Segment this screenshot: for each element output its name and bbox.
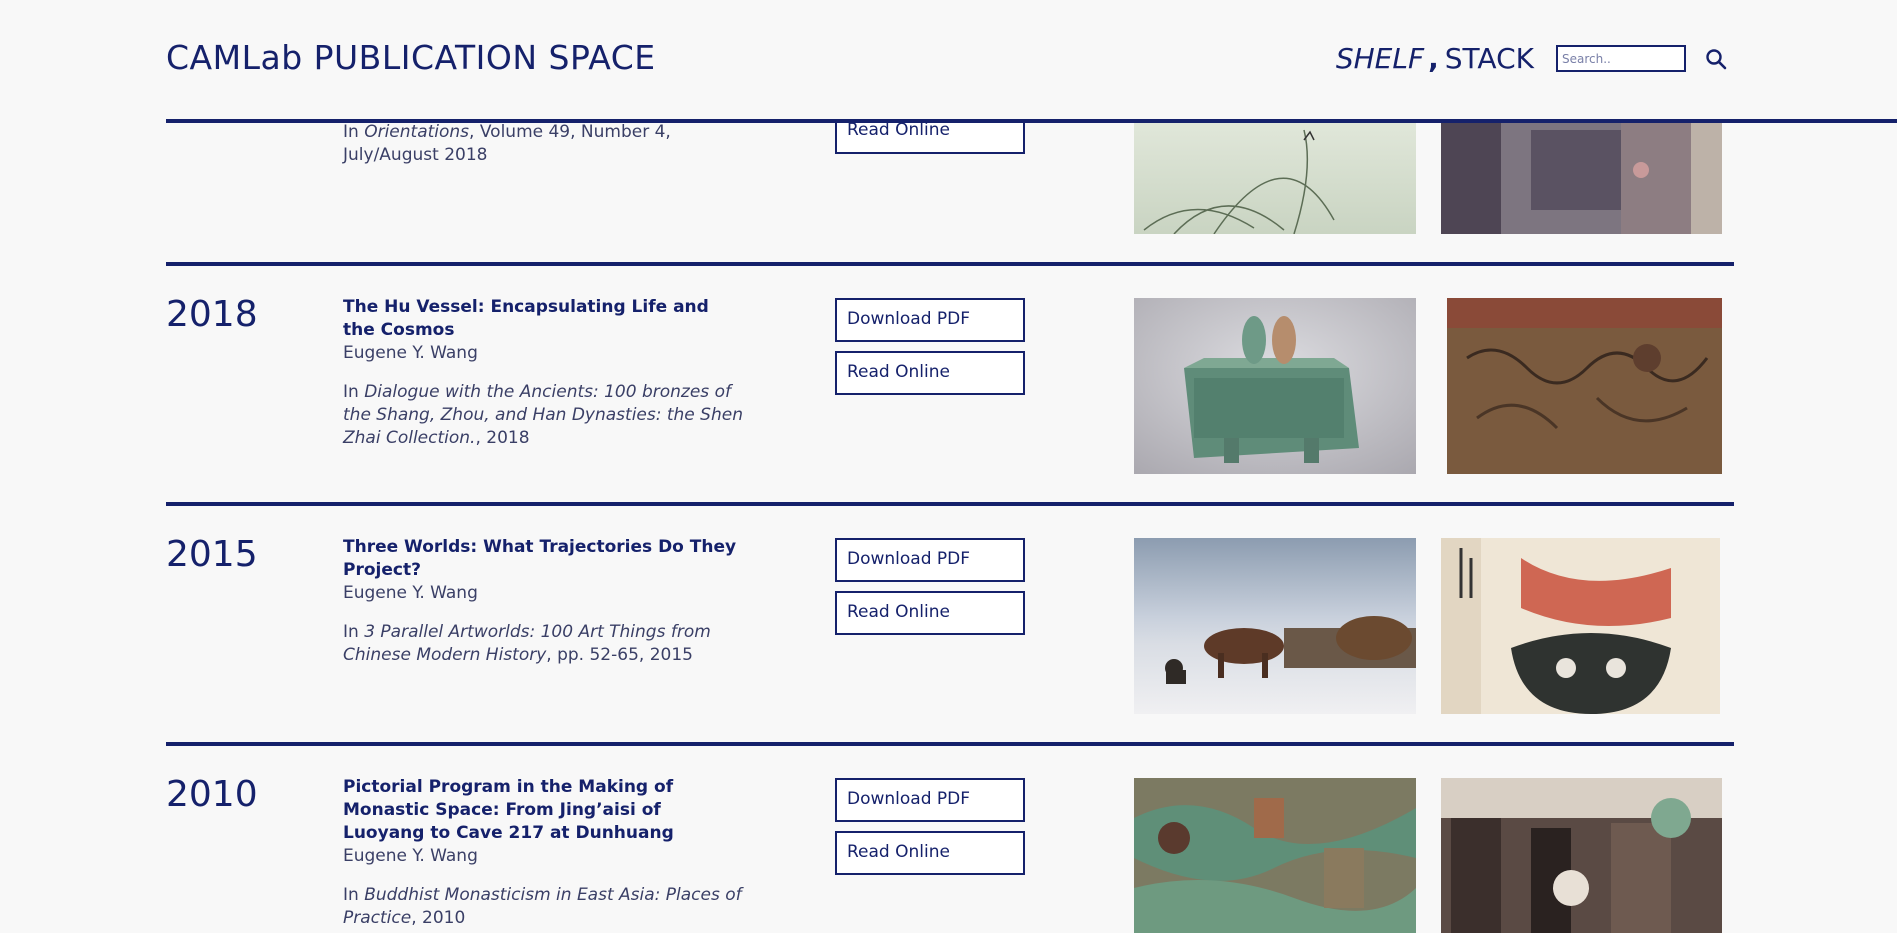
citation-prefix: In <box>343 122 365 142</box>
publication-citation: In Orientations, Volume 49, Number 4, Ju… <box>343 121 743 167</box>
download-pdf-button[interactable]: Download PDF <box>835 298 1025 342</box>
row-divider <box>166 742 1734 746</box>
site-title[interactable]: CAMLab PUBLICATION SPACE <box>166 38 656 77</box>
publication-author: Eugene Y. Wang <box>343 343 478 363</box>
citation-source: Buddhist Monasticism in East Asia: Place… <box>343 885 742 928</box>
nav-shelf-link[interactable]: SHELF <box>1336 42 1424 75</box>
citation-source: Dialogue with the Ancients: 100 bronzes … <box>343 382 743 448</box>
search-icon[interactable] <box>1702 45 1730 73</box>
row-divider <box>166 262 1734 266</box>
publication-citation: In Buddhist Monasticism in East Asia: Pl… <box>343 884 743 930</box>
publication-title[interactable]: Three Worlds: What Trajectories Do They … <box>343 536 743 582</box>
publication-author: Eugene Y. Wang <box>343 583 478 603</box>
publication-image-right <box>1441 538 1720 714</box>
read-online-button[interactable]: Read Online <box>835 591 1025 635</box>
citation-details: , pp. 52-65, 2015 <box>546 645 693 665</box>
publication-image-right <box>1441 778 1722 933</box>
publication-info: Three Worlds: What Trajectories Do They … <box>343 536 743 667</box>
citation-prefix: In <box>343 622 365 642</box>
download-pdf-button[interactable]: Download PDF <box>835 538 1025 582</box>
nav-stack-link[interactable]: STACK <box>1445 42 1534 75</box>
search-input[interactable] <box>1556 45 1686 72</box>
publication-info: Pictorial Program in the Making of Monas… <box>343 776 743 930</box>
publication-image-left <box>1134 298 1416 474</box>
publication-citation: In Dialogue with the Ancients: 100 bronz… <box>343 381 743 450</box>
citation-prefix: In <box>343 382 365 402</box>
publication-info: In Orientations, Volume 49, Number 4, Ju… <box>343 121 743 167</box>
citation-source: Orientations <box>364 122 470 142</box>
publication-image-left <box>1134 110 1416 234</box>
publication-year: 2010 <box>166 774 258 815</box>
download-pdf-button[interactable]: Download PDF <box>835 778 1025 822</box>
publication-image-left <box>1134 538 1416 714</box>
site-header: CAMLab PUBLICATION SPACE SHELF , STACK <box>166 0 1897 123</box>
publication-info: The Hu Vessel: Encapsulating Life and th… <box>343 296 743 450</box>
citation-details: , 2018 <box>475 428 530 448</box>
publication-image-right <box>1447 298 1722 474</box>
row-divider <box>166 502 1734 506</box>
citation-details: , 2010 <box>411 908 466 928</box>
top-nav: SHELF , STACK <box>1336 42 1730 75</box>
read-online-button[interactable]: Read Online <box>835 351 1025 395</box>
nav-separator: , <box>1428 42 1439 75</box>
publication-year: 2015 <box>166 534 258 575</box>
publication-image-left <box>1134 778 1416 933</box>
citation-prefix: In <box>343 885 365 905</box>
publication-citation: In 3 Parallel Artworlds: 100 Art Things … <box>343 621 743 667</box>
publication-image-right <box>1441 110 1722 234</box>
publication-title[interactable]: The Hu Vessel: Encapsulating Life and th… <box>343 296 743 342</box>
publication-author: Eugene Y. Wang <box>343 846 478 866</box>
publication-year: 2018 <box>166 294 258 335</box>
publication-title[interactable]: Pictorial Program in the Making of Monas… <box>343 776 743 845</box>
read-online-button[interactable]: Read Online <box>835 831 1025 875</box>
